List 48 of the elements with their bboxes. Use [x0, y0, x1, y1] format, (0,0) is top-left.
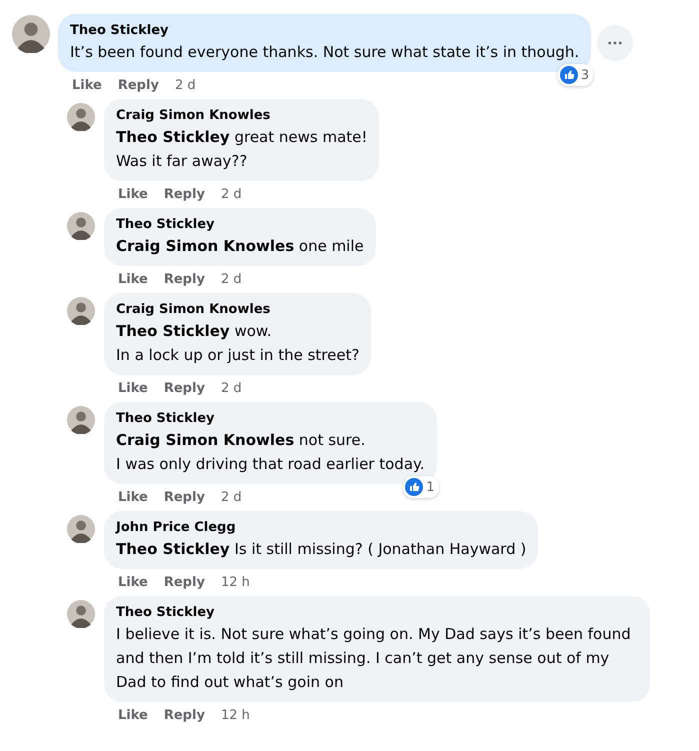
action-link[interactable]: Reply [164, 272, 205, 286]
timestamp[interactable]: 2 d [220, 490, 242, 504]
action-link[interactable]: Like [118, 272, 148, 286]
comment-text: Theo Stickley Is it still missing? ( Jonathan Hayward ) [116, 539, 526, 560]
timestamp[interactable]: 2 d [220, 380, 242, 396]
author-name[interactable]: Theo Stickley [116, 409, 425, 428]
action-link[interactable]: Like [118, 708, 148, 722]
timestamp[interactable]: 2 d [174, 78, 196, 92]
action-link[interactable]: Reply [164, 574, 205, 590]
comment-text: Craig Simon Knowles one mile [116, 236, 364, 257]
timestamp[interactable]: 12 h [220, 708, 250, 722]
reaction-badge[interactable]: 3 [558, 64, 594, 86]
reaction-badge[interactable]: 1 [403, 476, 439, 498]
avatar[interactable] [12, 15, 50, 53]
author-name[interactable]: Craig Simon Knowles [116, 106, 368, 125]
comment-text: I believe it is. Not sure what’s going on. My Dad says it’s been found and then I’m told it’s still missing. I can’t get any sense out of my Dad to find out what’s goin on [116, 624, 632, 693]
action-link[interactable]: Reply [164, 186, 205, 202]
avatar[interactable] [67, 406, 95, 434]
thumbs-up-icon [405, 478, 424, 496]
action-link[interactable]: Reply [164, 490, 205, 504]
thumbs-up-icon [560, 66, 578, 84]
timestamp[interactable]: 12 h [220, 574, 250, 590]
action-link[interactable]: Reply [164, 380, 205, 396]
timestamp[interactable]: 2 d [220, 186, 242, 202]
author-name[interactable]: Craig Simon Knowles [116, 300, 360, 319]
author-name[interactable]: Theo Stickley [116, 603, 638, 622]
avatar[interactable] [67, 515, 95, 543]
avatar[interactable] [67, 212, 95, 240]
action-link[interactable]: Like [72, 78, 102, 92]
avatar[interactable] [67, 103, 95, 131]
reaction-count: 3 [580, 68, 590, 82]
action-link[interactable]: Like [118, 186, 148, 202]
timestamp[interactable]: 2 d [220, 272, 242, 286]
action-link[interactable]: Like [118, 380, 148, 396]
avatar[interactable] [67, 297, 95, 325]
comment-text: Craig Simon Knowles not sure. I was only driving that road earlier today. [116, 430, 425, 475]
action-link[interactable]: Like [118, 574, 148, 590]
action-link[interactable]: Reply [118, 78, 159, 92]
action-link[interactable]: Like [118, 490, 148, 504]
author-name[interactable]: John Price Clegg [116, 518, 526, 537]
avatar[interactable] [67, 600, 95, 628]
comment-text: Theo Stickley wow. In a lock up or just in the street? [116, 321, 360, 366]
comment-text: Theo Stickley great news mate! Was it far away?? [116, 127, 368, 172]
author-name[interactable]: Theo Stickley [116, 215, 364, 234]
reaction-count: 1 [426, 480, 435, 494]
comment-text: It’s been found everyone thanks. Not sure what state it’s in though. [70, 42, 580, 63]
author-name[interactable]: Theo Stickley [70, 21, 580, 40]
action-link[interactable]: Reply [164, 708, 205, 722]
